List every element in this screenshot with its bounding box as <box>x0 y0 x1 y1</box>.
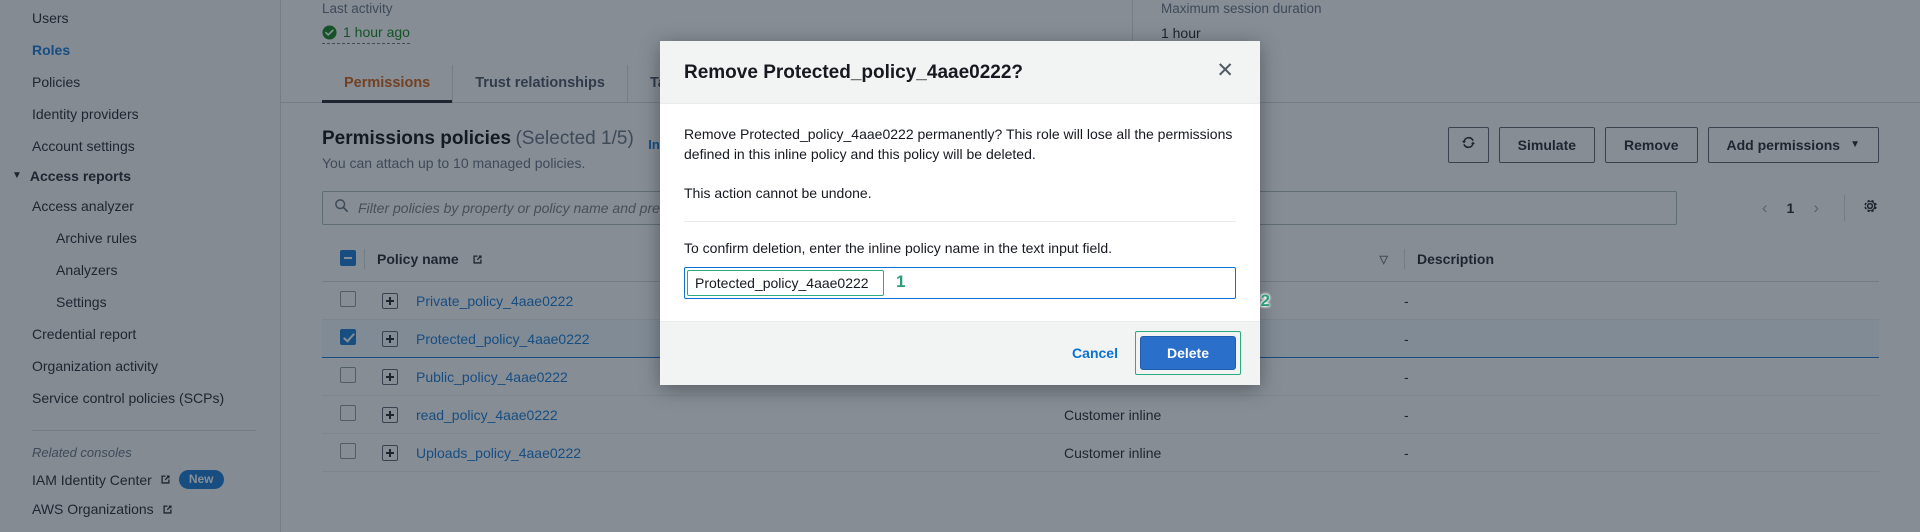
dialog-body: Remove Protected_policy_4aae0222 permane… <box>660 104 1270 321</box>
close-icon[interactable]: ✕ <box>1214 60 1236 81</box>
dialog-paragraph-1: Remove Protected_policy_4aae0222 permane… <box>684 126 1233 162</box>
remove-policy-dialog: Remove Protected_policy_4aae0222? ✕ Remo… <box>660 41 1270 385</box>
screen: Users Roles Policies Identity providers … <box>0 0 1920 532</box>
delete-button-wrap: Delete <box>1134 331 1241 375</box>
delete-button[interactable]: Delete <box>1139 336 1236 370</box>
confirm-input-wrap: 1 2 <box>684 267 1270 310</box>
confirm-policy-name-input[interactable] <box>684 267 1236 299</box>
confirm-instruction: To confirm deletion, enter the inline po… <box>684 240 1113 256</box>
dialog-title: Remove Protected_policy_4aae0222? <box>684 62 1024 83</box>
dialog-divider <box>684 221 1236 222</box>
dialog-header: Remove Protected_policy_4aae0222? ✕ <box>660 41 1260 104</box>
dialog-footer: Cancel Delete <box>660 321 1260 385</box>
cancel-button[interactable]: Cancel <box>1072 345 1118 361</box>
dialog-paragraph-2: This action cannot be undone. <box>684 185 872 201</box>
button-label: Delete <box>1166 345 1209 361</box>
